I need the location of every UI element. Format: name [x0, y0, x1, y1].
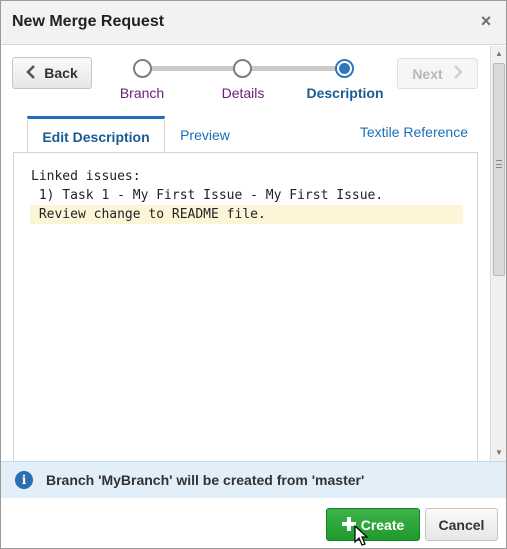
next-button-label: Next	[412, 65, 443, 82]
editor-line: Linked issues:	[31, 169, 141, 184]
cancel-button[interactable]: Cancel	[425, 508, 498, 541]
vertical-scrollbar[interactable]: ▲ ▼	[490, 46, 506, 461]
info-icon: i	[15, 471, 33, 489]
dialog-content: Back Branch Details Description Next Edi…	[1, 46, 490, 461]
dialog-title: New Merge Request	[12, 13, 165, 30]
dialog-footer: Create Cancel	[1, 498, 506, 548]
scrollbar-thumb[interactable]	[493, 63, 505, 276]
textile-reference-link[interactable]: Textile Reference	[360, 124, 468, 140]
step-label-details[interactable]: Details	[222, 85, 265, 101]
editor-line: 1) Task 1 - My First Issue - My First Is…	[31, 188, 384, 203]
tab-preview[interactable]: Preview	[165, 116, 245, 154]
editor-tabs: Edit Description Preview Textile Referen…	[13, 114, 478, 154]
step-dot-branch[interactable]	[133, 59, 152, 78]
create-button[interactable]: Create	[326, 508, 420, 541]
step-dot-description[interactable]	[335, 59, 354, 78]
dialog-titlebar: New Merge Request ×	[1, 1, 506, 45]
merge-request-dialog: New Merge Request × Back Branch Details …	[0, 0, 507, 549]
info-message: Branch 'MyBranch' will be created from '…	[46, 472, 365, 488]
tab-edit-description[interactable]: Edit Description	[27, 116, 165, 154]
description-editor[interactable]: Linked issues: 1) Task 1 - My First Issu…	[13, 152, 478, 461]
chevron-left-icon	[26, 63, 36, 84]
wizard-stepper: Branch Details Description	[101, 56, 391, 106]
chevron-right-icon	[453, 63, 463, 84]
close-icon[interactable]: ×	[478, 12, 494, 30]
back-button-label: Back	[44, 65, 78, 81]
info-banner: i Branch 'MyBranch' will be created from…	[1, 461, 506, 498]
step-label-description: Description	[306, 85, 384, 101]
editor-line-current: Review change to README file.	[30, 205, 463, 224]
mouse-pointer-icon	[354, 525, 368, 546]
scroll-down-icon[interactable]: ▼	[491, 445, 507, 461]
back-button[interactable]: Back	[12, 57, 92, 89]
grip-icon	[496, 160, 502, 168]
next-button[interactable]: Next	[397, 58, 478, 89]
step-label-branch[interactable]: Branch	[120, 85, 164, 101]
scroll-up-icon[interactable]: ▲	[491, 46, 507, 62]
step-dot-details[interactable]	[233, 59, 252, 78]
